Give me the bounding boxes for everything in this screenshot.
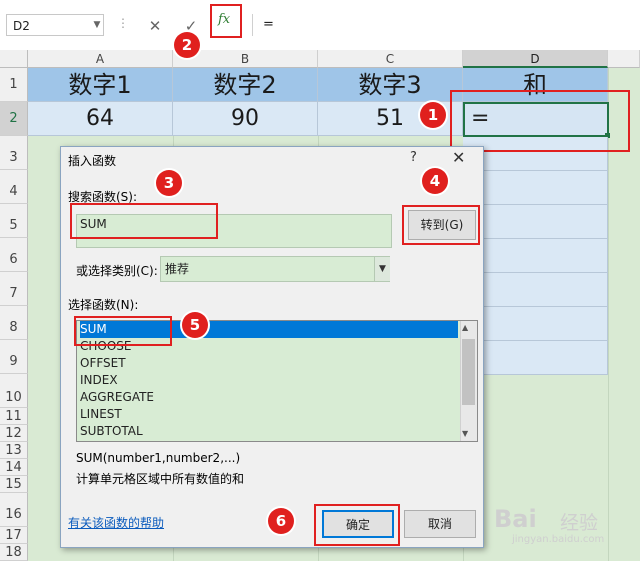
- fx-icon: fx: [218, 12, 231, 27]
- scrollbar-thumb[interactable]: [462, 339, 475, 405]
- list-item-aggregate[interactable]: AGGREGATE: [80, 389, 458, 406]
- row-header-10[interactable]: 10: [0, 374, 28, 408]
- scroll-down-icon[interactable]: ▼: [462, 429, 468, 438]
- step-badge-4: 4: [422, 168, 448, 194]
- function-signature: SUM(number1,number2,...): [76, 451, 241, 465]
- dialog-title: 插入函数: [68, 154, 117, 168]
- highlight-search: [70, 203, 218, 239]
- watermark-brand-2: 经验: [560, 512, 599, 534]
- list-item-offset[interactable]: OFFSET: [80, 355, 458, 372]
- cancel-formula-icon[interactable]: ✕: [144, 15, 166, 37]
- select-all-corner[interactable]: [0, 50, 28, 68]
- function-description: 计算单元格区域中所有数值的和: [76, 472, 245, 486]
- row-header-5[interactable]: 5: [0, 204, 28, 238]
- cell-b1[interactable]: 数字2: [173, 68, 318, 102]
- function-list-label: 选择函数(N):: [68, 298, 139, 312]
- chevron-down-icon[interactable]: ▼: [374, 257, 390, 281]
- cell-d6[interactable]: [463, 239, 608, 273]
- cell-d4[interactable]: [463, 171, 608, 205]
- highlight-ok: [314, 504, 400, 546]
- row-header-11[interactable]: 11: [0, 408, 28, 425]
- cell-a1[interactable]: 数字1: [28, 68, 173, 102]
- row-header-2[interactable]: 2: [0, 102, 28, 136]
- row-header-17[interactable]: 17: [0, 527, 28, 544]
- column-header-e[interactable]: [608, 50, 640, 68]
- name-box-dropdown-icon[interactable]: ▼: [90, 14, 104, 36]
- step-badge-3: 3: [156, 170, 182, 196]
- row-header-18[interactable]: 18: [0, 544, 28, 561]
- cell-d9[interactable]: [463, 341, 608, 375]
- row-header-14[interactable]: 14: [0, 459, 28, 476]
- formula-input[interactable]: =: [252, 14, 640, 36]
- separator-icon: ⋮: [117, 16, 129, 30]
- column-header-c[interactable]: C: [318, 50, 463, 68]
- row-header-13[interactable]: 13: [0, 442, 28, 459]
- watermark-brand: Bai: [494, 505, 537, 533]
- row-header-6[interactable]: 6: [0, 238, 28, 272]
- category-select[interactable]: 推荐: [160, 256, 390, 282]
- row-header-4[interactable]: 4: [0, 170, 28, 204]
- highlight-sum: [74, 316, 172, 346]
- watermark-url: jingyan.baidu.com: [512, 534, 605, 545]
- row-header-3[interactable]: 3: [0, 136, 28, 170]
- list-item-subtotal[interactable]: SUBTOTAL: [80, 423, 458, 440]
- row-header-15[interactable]: 15: [0, 476, 28, 493]
- list-item-linest[interactable]: LINEST: [80, 406, 458, 423]
- step-badge-2: 2: [174, 32, 200, 58]
- close-icon[interactable]: ✕: [452, 148, 465, 167]
- scroll-up-icon[interactable]: ▲: [462, 323, 468, 332]
- cell-a2[interactable]: 64: [28, 102, 173, 136]
- help-icon[interactable]: ?: [410, 150, 417, 165]
- cell-c1[interactable]: 数字3: [318, 68, 463, 102]
- column-header-d[interactable]: D: [463, 50, 608, 68]
- category-label: 或选择类别(C):: [76, 264, 158, 278]
- row-header-12[interactable]: 12: [0, 425, 28, 442]
- row-header-9[interactable]: 9: [0, 340, 28, 374]
- cancel-button[interactable]: 取消: [404, 510, 476, 538]
- cell-d7[interactable]: [463, 273, 608, 307]
- cell-d5[interactable]: [463, 205, 608, 239]
- step-badge-1: 1: [420, 102, 446, 128]
- highlight-d2: [450, 90, 630, 152]
- highlight-go: [402, 205, 480, 245]
- column-header-a[interactable]: A: [28, 50, 173, 68]
- step-badge-5: 5: [182, 312, 208, 338]
- row-header-8[interactable]: 8: [0, 306, 28, 340]
- list-item-index[interactable]: INDEX: [80, 372, 458, 389]
- row-header-7[interactable]: 7: [0, 272, 28, 306]
- function-help-link[interactable]: 有关该函数的帮助: [68, 514, 164, 531]
- step-badge-6: 6: [268, 508, 294, 534]
- row-header-16[interactable]: 16: [0, 493, 28, 527]
- row-header-1[interactable]: 1: [0, 68, 28, 102]
- cell-b2[interactable]: 90: [173, 102, 318, 136]
- cell-d8[interactable]: [463, 307, 608, 341]
